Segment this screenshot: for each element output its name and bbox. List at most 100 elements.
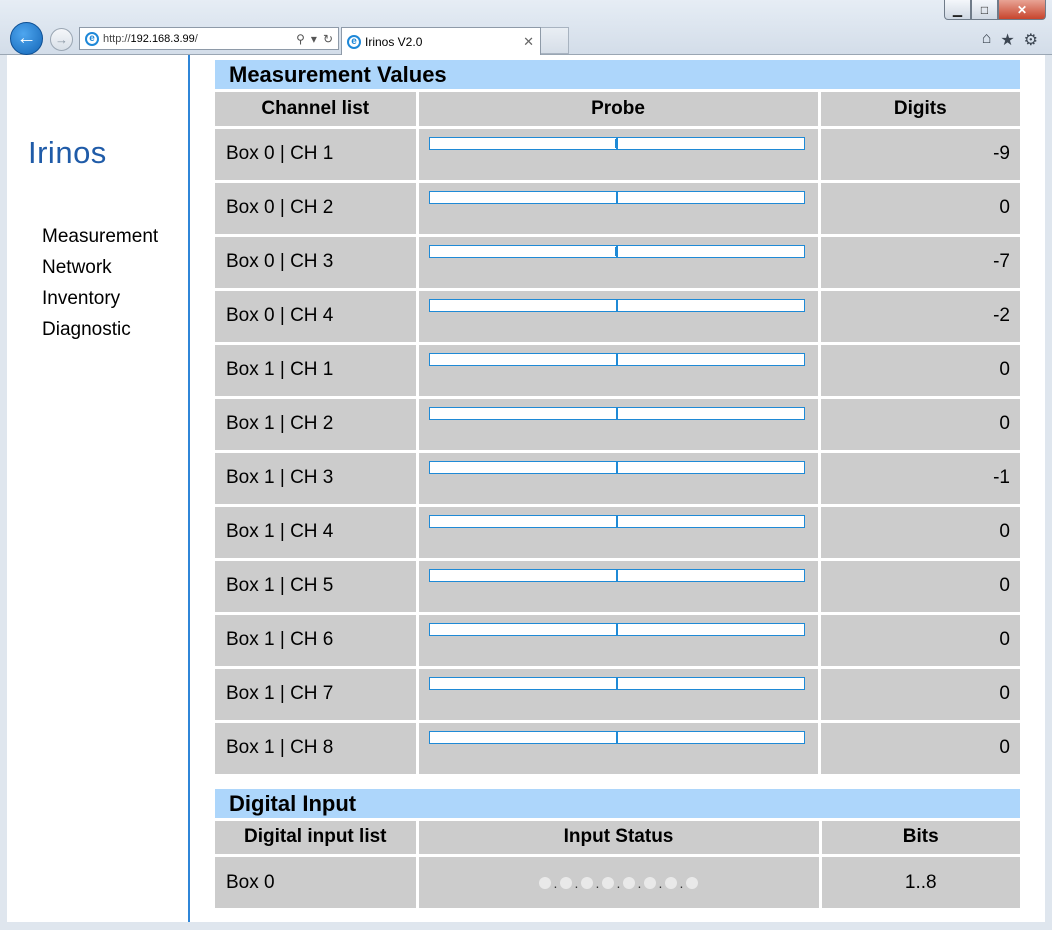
digits-value: 0 — [817, 395, 1020, 453]
probe-bar — [428, 406, 805, 420]
led-separator: . — [595, 874, 600, 891]
led-separator: . — [574, 874, 579, 891]
digits-value: 0 — [817, 557, 1020, 615]
probe-cell — [415, 233, 821, 291]
input-status-led — [539, 876, 551, 889]
probe-bar-center-mark — [615, 190, 618, 204]
led-separator: . — [616, 874, 621, 891]
close-window-button[interactable]: ✕ — [998, 0, 1046, 20]
channel-name: Box 1 | CH 1 — [215, 341, 419, 399]
nav-item-inventory[interactable]: Inventory — [42, 283, 158, 314]
probe-cell — [415, 287, 821, 345]
digits-value: -7 — [817, 233, 1020, 291]
led-separator: . — [679, 874, 684, 891]
probe-bar-center-mark — [615, 568, 618, 582]
nav-item-measurement[interactable]: Measurement — [42, 221, 158, 252]
probe-cell — [415, 665, 821, 723]
table-row: Box 0 | CH 1 -9 — [215, 125, 1020, 183]
probe-bar-center-mark — [615, 622, 618, 636]
settings-gear-icon[interactable]: ⚙ — [1024, 30, 1038, 50]
column-header-probe: Probe — [415, 92, 821, 129]
new-tab-button[interactable] — [541, 27, 569, 54]
column-header-input-status: Input Status — [415, 820, 822, 857]
probe-bar — [428, 244, 805, 258]
search-icon[interactable]: ⚲ — [296, 32, 305, 46]
refresh-icon[interactable]: ↻ — [323, 32, 333, 46]
probe-cell — [415, 557, 821, 615]
probe-bar — [428, 568, 805, 582]
arrow-left-icon: ← — [16, 27, 37, 49]
nav-item-diagnostic[interactable]: Diagnostic — [42, 314, 158, 345]
sidebar-nav: Measurement Network Inventory Diagnostic — [42, 221, 158, 345]
input-status-cell: ....... — [415, 854, 822, 911]
input-status-led — [623, 876, 635, 889]
ie-page-icon: e — [85, 31, 99, 46]
channel-name: Box 0 | CH 2 — [215, 179, 419, 237]
probe-cell — [415, 125, 821, 183]
url-scheme: http:// — [103, 32, 131, 45]
probe-bar-center-mark — [615, 406, 618, 420]
address-bar[interactable]: e http://192.168.3.99/ ⚲ ▾ ↻ — [79, 27, 339, 50]
channel-name: Box 0 | CH 4 — [215, 287, 419, 345]
dropdown-arrow-icon[interactable]: ▾ — [311, 32, 317, 46]
probe-bar — [428, 190, 805, 204]
channel-name: Box 0 | CH 3 — [215, 233, 419, 291]
digits-value: 0 — [817, 719, 1020, 777]
channel-name: Box 1 | CH 7 — [215, 665, 419, 723]
sidebar: Irinos Measurement Network Inventory Dia… — [7, 55, 190, 922]
digital-input-section-title: Digital Input — [215, 788, 1020, 818]
probe-cell — [415, 503, 821, 561]
channel-name: Box 1 | CH 8 — [215, 719, 419, 777]
maximize-button[interactable]: □ — [971, 0, 998, 20]
probe-cell — [415, 395, 821, 453]
address-url[interactable]: http://192.168.3.99/ — [103, 33, 296, 45]
bits-value: 1..8 — [818, 854, 1020, 911]
forward-button[interactable]: → — [50, 28, 73, 51]
browser-tab[interactable]: e Irinos V2.0 ✕ — [341, 27, 541, 55]
nav-item-network[interactable]: Network — [42, 252, 158, 283]
channel-name: Box 1 | CH 2 — [215, 395, 419, 453]
digits-value: -1 — [817, 449, 1020, 507]
column-header-channel: Channel list — [215, 92, 419, 129]
probe-bar — [428, 730, 805, 744]
irinos-logo: Irinos — [28, 135, 107, 170]
close-tab-icon[interactable]: ✕ — [523, 34, 540, 50]
main-content: Measurement Values Channel list Probe Di… — [215, 60, 1020, 911]
page-viewport: Irinos Measurement Network Inventory Dia… — [7, 55, 1045, 922]
probe-bar — [428, 460, 805, 474]
digital-input-table: Digital input list Input Status Bits Box… — [215, 820, 1020, 911]
probe-bar-center-mark — [615, 352, 618, 366]
url-path: / — [194, 32, 198, 45]
probe-bar — [428, 622, 805, 636]
back-button[interactable]: ← — [10, 22, 43, 55]
favorites-star-icon[interactable]: ★ — [1000, 30, 1014, 50]
channel-name: Box 1 | CH 6 — [215, 611, 419, 669]
digits-value: -9 — [817, 125, 1020, 183]
home-icon[interactable]: ⌂ — [982, 30, 992, 50]
probe-bar-center-mark — [615, 460, 618, 474]
input-status-led — [581, 876, 593, 889]
column-header-bits: Bits — [818, 820, 1020, 857]
measurement-table: Channel list Probe Digits Box 0 | CH 1 -9… — [215, 92, 1020, 777]
probe-bar-center-mark — [615, 676, 618, 690]
channel-name: Box 1 | CH 3 — [215, 449, 419, 507]
input-status-led — [644, 876, 656, 889]
probe-bar — [428, 298, 805, 312]
input-status-led — [665, 876, 677, 889]
table-row: Box 1 | CH 5 0 — [215, 557, 1020, 615]
table-row: Box 1 | CH 4 0 — [215, 503, 1020, 561]
digits-value: 0 — [817, 341, 1020, 399]
table-row: Box 0 | CH 3 -7 — [215, 233, 1020, 291]
browser-chrome: ▁ □ ✕ ← → e http://192.168.3.99/ ⚲ ▾ ↻ e… — [0, 0, 1052, 55]
minimize-button[interactable]: ▁ — [944, 0, 971, 20]
probe-cell — [415, 341, 821, 399]
probe-bar-center-mark — [615, 298, 618, 312]
led-separator: . — [637, 874, 642, 891]
table-row: Box 0 | CH 4 -2 — [215, 287, 1020, 345]
table-row: Box 1 | CH 6 0 — [215, 611, 1020, 669]
probe-bar-center-mark — [615, 514, 618, 528]
window-controls: ▁ □ ✕ — [944, 0, 1046, 20]
table-row: Box 1 | CH 3 -1 — [215, 449, 1020, 507]
url-host: 192.168.3.99 — [130, 32, 195, 45]
probe-cell — [415, 611, 821, 669]
